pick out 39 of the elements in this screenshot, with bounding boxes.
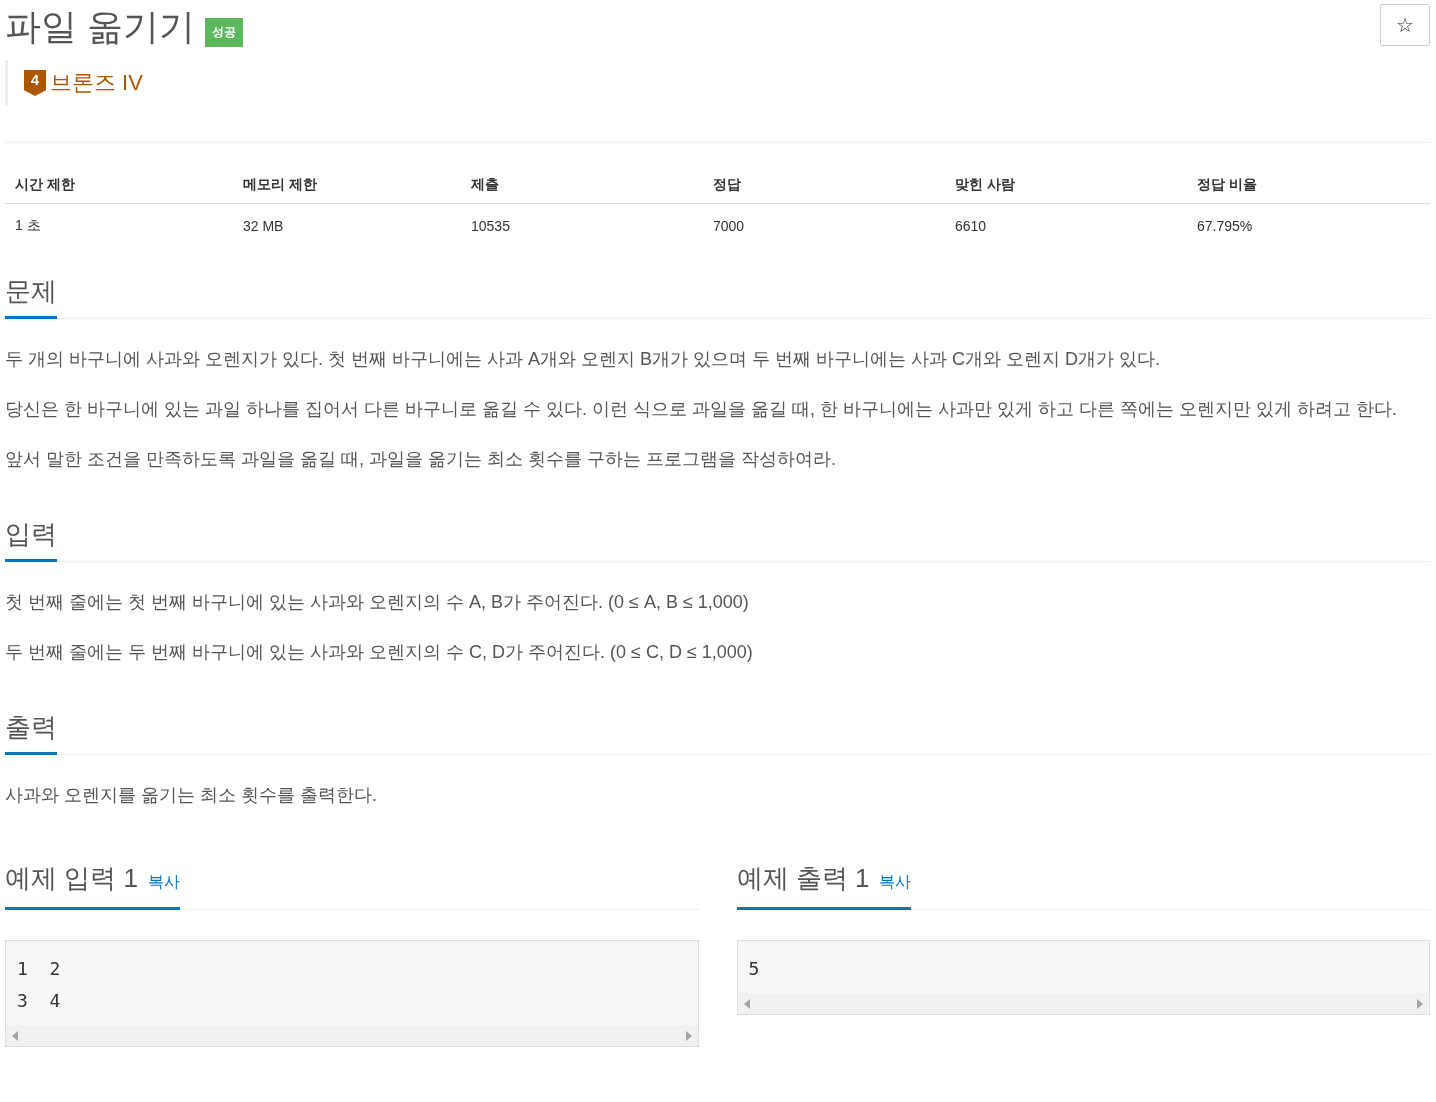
sample-heading: 예제 입력 1 (5, 862, 138, 895)
section-heading: 문제 (5, 274, 57, 319)
table-cell: 67.795% (1187, 203, 1430, 248)
horizontal-scrollbar[interactable] (6, 1025, 698, 1046)
star-button[interactable]: ☆ (1380, 4, 1430, 46)
copy-link[interactable]: 복사 (879, 865, 912, 899)
paragraph: 앞서 말한 조건을 만족하도록 과일을 옮길 때, 과일을 옮기는 최소 횟수를 구하는 프로그램을 작성하여라. (5, 448, 837, 471)
code-line: 5 (748, 957, 761, 981)
paragraph: 당신은 한 바구니에 있는 과일 하나를 집어서 다른 바구니로 옮길 수 있다. 이런 식으로 과일을 옮길 때, 한 바구니에는 사과만 있게 하고 다른 쪽에는 오렌지만 있게 하려고 한다. (5, 398, 1399, 421)
result-badge: 성공 (205, 18, 243, 47)
tier-icon: 4 (24, 70, 46, 96)
problem-title: 파일 옮기기 (5, 5, 195, 49)
paragraph: 첫 번째 줄에는 첫 번째 바구니에 있는 사과와 오렌지의 수 A, B가 주어진다. (0 ≤ A, B ≤ 1,000) (5, 591, 750, 614)
scroll-right-icon[interactable] (685, 1030, 692, 1041)
paragraph: 두 번째 줄에는 두 번째 바구니에 있는 사과와 오렌지의 수 C, D가 주어진다. (0 ≤ C, D ≤ 1,000) (5, 641, 754, 664)
scroll-left-icon[interactable] (743, 998, 750, 1009)
sample-heading: 예제 출력 1 (736, 862, 870, 895)
column-header: 맞힌 사람 (945, 167, 1187, 204)
column-header: 메모리 제한 (233, 167, 461, 204)
column-header: 시간 제한 (5, 167, 233, 204)
scroll-right-icon[interactable] (1417, 998, 1423, 1009)
column-header: 정답 비율 (1187, 167, 1430, 204)
section-heading: 출력 (5, 710, 57, 755)
column-header: 정답 (703, 167, 945, 204)
column-header: 제출 (461, 167, 703, 204)
copy-link[interactable]: 복사 (147, 865, 180, 899)
paragraph: 두 개의 바구니에 사과와 오렌지가 있다. 첫 번째 바구니에는 사과 A개와 오렌지 B개가 있으며 두 번째 바구니에는 사과 C개와 오렌지 D개가 있다. (5, 348, 1162, 371)
horizontal-scrollbar[interactable] (737, 993, 1429, 1014)
section-heading: 입력 (5, 517, 57, 562)
paragraph: 사과와 오렌지를 옮기는 최소 횟수를 출력한다. (5, 784, 378, 807)
code-line: 3 4 (17, 989, 62, 1013)
table-cell: 6610 (945, 203, 1187, 248)
scroll-left-icon[interactable] (12, 1030, 18, 1041)
table-cell: 1 초 (5, 203, 233, 248)
table-cell: 32 MB (233, 203, 461, 248)
code-line: 1 2 (17, 957, 62, 981)
tier-name[interactable]: 브론즈 IV (50, 68, 143, 98)
table-cell: 10535 (461, 203, 703, 248)
table-cell: 7000 (703, 203, 945, 248)
